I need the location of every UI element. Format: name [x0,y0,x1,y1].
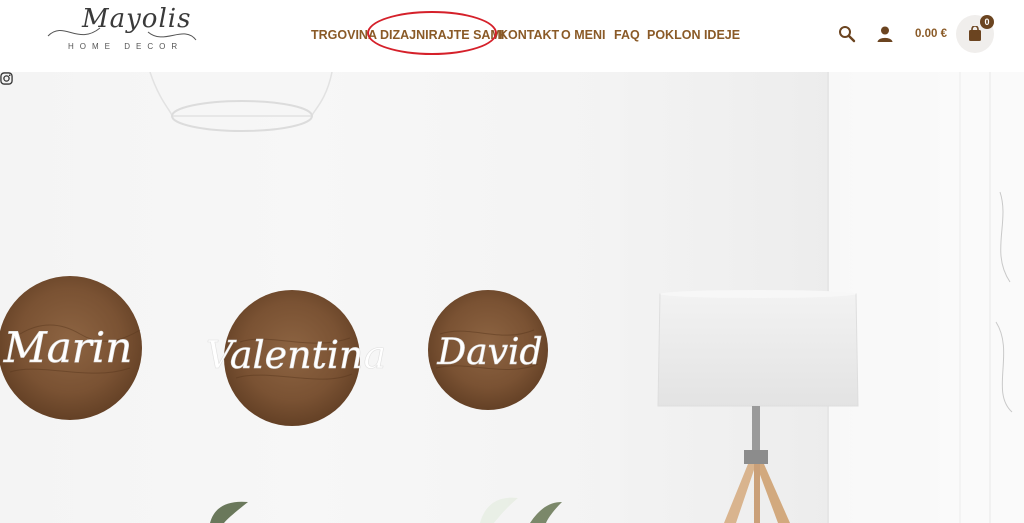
hero-banner: Marin Valentina David [0,72,1024,523]
cart-total[interactable]: 0.00 € [915,26,947,42]
plant-leaves [210,497,562,523]
cart-count-badge: 0 [980,15,994,29]
nav-item-o-meni[interactable]: O MENI [561,24,605,46]
user-icon[interactable] [876,25,894,43]
shopping-bag-icon [969,26,981,41]
brand-logo[interactable]: Mayolis HOME DECOR [44,4,200,62]
nav-item-kontakt[interactable]: KONTAKT [499,24,559,46]
logo-text: Mayolis [82,4,192,34]
search-icon[interactable] [838,25,856,43]
nav-item-poklon-ideje[interactable]: POKLON IDEJE [647,24,740,46]
plaque-name-david: David [436,332,542,373]
plaque-name-marin: Marin [3,323,133,372]
plaque-name-valentina: Valentina [206,333,386,377]
window-light [828,72,1024,523]
glass-pendant-lamp [149,72,333,132]
nav-item-faq[interactable]: FAQ [614,24,640,46]
nav-item-dizajnirajte-sami[interactable]: DIZAJNIRAJTE SAMI [380,24,504,46]
instagram-icon[interactable] [0,72,13,85]
logo-subtitle: HOME DECOR [68,42,184,51]
hero-scene: Marin Valentina David [0,72,1024,523]
site-header: Mayolis HOME DECOR TRGOVINA DIZAJNIRAJTE… [0,0,1024,72]
nav-item-trgovina[interactable]: TRGOVINA [311,24,377,46]
